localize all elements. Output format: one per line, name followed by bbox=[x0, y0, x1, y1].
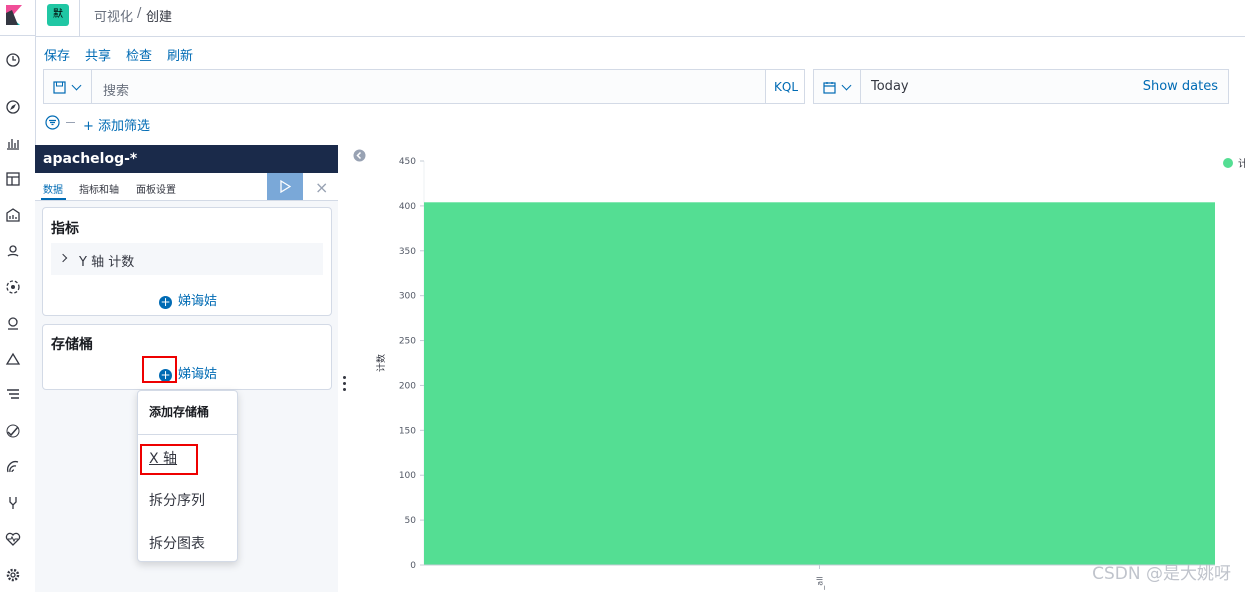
metrics-title: 指标 bbox=[51, 218, 79, 238]
add-metric-label: 娣诲姞 bbox=[178, 294, 217, 309]
popover-title: 添加存储桶 bbox=[149, 403, 209, 420]
x-tick-label: _all bbox=[816, 576, 825, 590]
bar bbox=[424, 202, 1215, 565]
highlight-box-add-bucket bbox=[142, 356, 177, 383]
chevron-down-icon bbox=[72, 81, 82, 91]
ml-icon[interactable] bbox=[5, 279, 21, 295]
left-nav-rail bbox=[0, 0, 36, 592]
breadcrumb-create: 创建 bbox=[146, 6, 172, 25]
calendar-icon bbox=[823, 81, 836, 94]
resize-handle-icon[interactable] bbox=[343, 376, 346, 391]
popover-divider bbox=[138, 434, 237, 435]
y-tick-label: 450 bbox=[399, 157, 416, 167]
chevron-right-icon bbox=[59, 254, 67, 262]
canvas-icon[interactable] bbox=[5, 207, 21, 223]
legend-swatch bbox=[1223, 158, 1233, 168]
tab-panel-settings[interactable]: 面板设置 bbox=[136, 181, 176, 196]
chart-area: 0 50 100 150 200 250 300 350 400 450 _all 计数 计 bbox=[372, 145, 1245, 592]
play-icon bbox=[279, 180, 291, 193]
split-chart-option[interactable]: 拆分图表 bbox=[149, 533, 205, 553]
apply-changes-button[interactable] bbox=[267, 173, 303, 200]
split-series-option[interactable]: 拆分序列 bbox=[149, 490, 205, 510]
siem-icon[interactable] bbox=[5, 459, 21, 475]
metric-agg-label: Y 轴 计数 bbox=[79, 251, 134, 270]
buckets-panel: 存储桶 +娣诲姞 bbox=[42, 324, 332, 390]
legend-label: 计 bbox=[1238, 157, 1245, 170]
kql-button[interactable]: KQL bbox=[765, 69, 805, 104]
date-picker[interactable]: Today Show dates bbox=[860, 69, 1229, 104]
kibana-logo[interactable] bbox=[6, 5, 22, 25]
plus-circle-icon: + bbox=[159, 296, 172, 309]
add-metric-button[interactable]: + 娣诲姞 bbox=[159, 290, 217, 309]
dev-tools-icon[interactable] bbox=[5, 495, 21, 511]
filter-divider bbox=[66, 122, 75, 123]
header-divider bbox=[79, 0, 80, 36]
tab-metrics-axes[interactable]: 指标和轴 bbox=[79, 181, 119, 196]
space-avatar[interactable]: 默 bbox=[47, 4, 69, 26]
top-header: 默 可视化 / 创建 bbox=[36, 0, 1245, 37]
filter-options-icon[interactable] bbox=[45, 115, 60, 130]
y-tick-label: 350 bbox=[399, 247, 416, 257]
save-link[interactable]: 保存 bbox=[44, 45, 70, 64]
chevron-down-icon bbox=[842, 81, 852, 91]
search-placeholder: 搜索 bbox=[103, 80, 129, 99]
index-pattern-title: apachelog-* bbox=[35, 145, 338, 173]
buckets-title: 存储桶 bbox=[51, 334, 93, 354]
inspect-link[interactable]: 检查 bbox=[126, 45, 152, 64]
show-dates-link[interactable]: Show dates bbox=[1143, 79, 1218, 94]
y-tick-label: 400 bbox=[399, 202, 416, 212]
active-tab-underline bbox=[41, 198, 66, 200]
dashboard-icon[interactable] bbox=[5, 171, 21, 187]
refresh-link[interactable]: 刷新 bbox=[167, 45, 193, 64]
save-disk-icon bbox=[53, 81, 66, 94]
y-axis-label: 计数 bbox=[375, 354, 387, 372]
bar-chart: 0 50 100 150 200 250 300 350 400 450 _all 计数 计 bbox=[372, 145, 1245, 592]
logs-icon[interactable] bbox=[5, 351, 21, 367]
highlight-box-x-axis bbox=[140, 444, 198, 475]
sidebar-tabs: 数据 指标和轴 面板设置 × bbox=[35, 173, 338, 201]
metrics-icon[interactable] bbox=[5, 315, 21, 331]
y-tick-label: 0 bbox=[410, 561, 416, 571]
y-tick-label: 100 bbox=[399, 471, 416, 481]
date-quick-menu-button[interactable] bbox=[813, 69, 861, 104]
saved-query-button[interactable] bbox=[43, 69, 92, 104]
y-tick-label: 50 bbox=[405, 516, 417, 526]
collapse-sidebar-icon[interactable] bbox=[353, 149, 366, 162]
uptime-icon[interactable] bbox=[5, 423, 21, 439]
rail-divider bbox=[0, 35, 36, 36]
apm-icon[interactable] bbox=[5, 387, 21, 403]
date-value: Today bbox=[871, 79, 909, 94]
close-icon[interactable]: × bbox=[315, 178, 328, 197]
add-bucket-popover: 添加存储桶 X 轴 拆分序列 拆分图表 bbox=[137, 390, 238, 562]
visualize-icon[interactable] bbox=[5, 135, 21, 151]
y-tick-label: 300 bbox=[399, 292, 416, 302]
monitoring-icon[interactable] bbox=[5, 531, 21, 547]
settings-gear-icon[interactable] bbox=[5, 567, 21, 583]
tab-data[interactable]: 数据 bbox=[43, 181, 63, 196]
clock-icon[interactable] bbox=[5, 52, 21, 68]
y-tick-label: 250 bbox=[399, 337, 416, 347]
metrics-panel: 指标 Y 轴 计数 + 娣诲姞 bbox=[42, 207, 332, 316]
watermark-text: CSDN @是大姚呀 bbox=[1092, 559, 1231, 584]
share-link[interactable]: 共享 bbox=[85, 45, 111, 64]
y-tick-label: 200 bbox=[399, 381, 416, 391]
breadcrumb-visualize[interactable]: 可视化 bbox=[94, 6, 133, 25]
add-bucket-label: 娣诲姞 bbox=[178, 367, 217, 382]
y-tick-label: 150 bbox=[399, 426, 416, 436]
kql-label: KQL bbox=[774, 80, 798, 94]
breadcrumb-separator: / bbox=[137, 6, 141, 21]
search-input[interactable]: 搜索 bbox=[91, 69, 766, 104]
maps-icon[interactable] bbox=[5, 243, 21, 259]
metric-agg-row[interactable]: Y 轴 计数 bbox=[51, 243, 323, 275]
add-filter-link[interactable]: + 添加筛选 bbox=[83, 115, 150, 134]
compass-icon[interactable] bbox=[5, 99, 21, 115]
